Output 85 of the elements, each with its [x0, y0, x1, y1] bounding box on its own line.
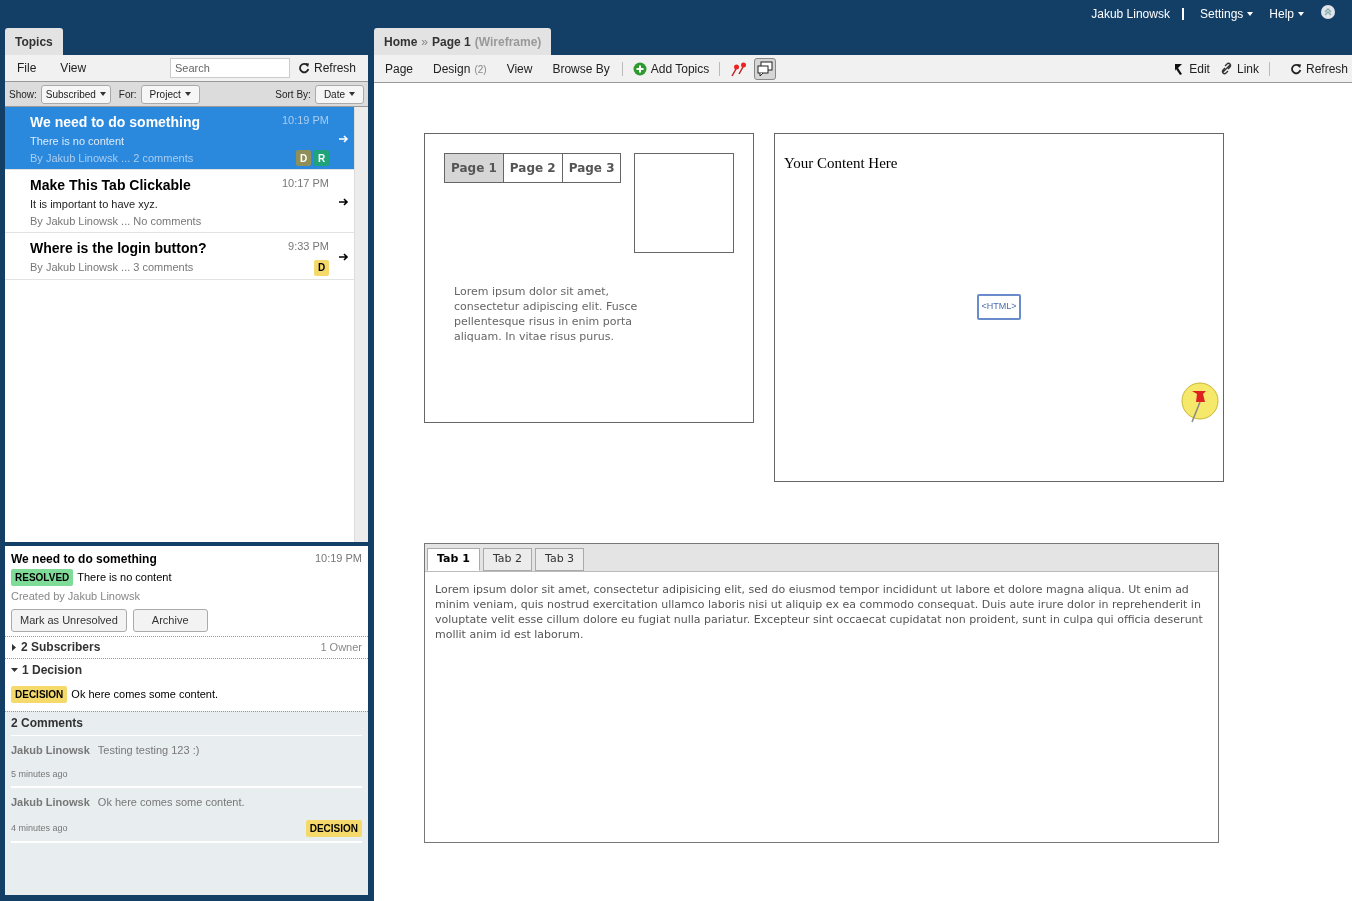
comments-toggle[interactable]: [754, 57, 777, 80]
toolbar-action[interactable]: Edit: [1174, 59, 1210, 78]
initial-badge: R: [314, 150, 329, 166]
comment-author: Jakub Linowsk: [11, 794, 90, 810]
breadcrumb-link[interactable]: Home: [384, 32, 418, 51]
tab-paragraph: Lorem ipsum dolor sit amet, consectetur adipisicing elit, sed do eiusmod tempor incididunt ut labore et dolore magna aliqua. Ut enim ad minim veniam, quis nostrud exercitation ullamco laboris nisi ut aliquip ex ea commodo consequat. Duis aute irure dolor in reprehenderit in voluptate velit esse cillum dolore eu fugiat nulla pariatur. Excepteur sint occaecat cupidatat non proident, sunt in culpa qui officia deserunt mollit anim id est laborum.: [434, 582, 1204, 642]
topic-content: There is no content: [30, 134, 126, 149]
toolbar-action[interactable]: Link: [1219, 59, 1259, 78]
html-icon: <HTML>: [977, 294, 1021, 320]
comment-time: 5 minutes ago: [11, 768, 68, 781]
decision-tag: DECISION: [305, 820, 362, 837]
wireframe-paragraph: Lorem ipsum dolor sit amet, consectetur adipiscing elit. Fusce pellentesque risus in enim porta aliquam. In vitae risus purus.: [454, 284, 639, 344]
topic-meta: By Jakub Linowsk ... 2 comments: [30, 150, 195, 166]
topic-title: We need to do something: [30, 113, 202, 132]
filter-label: Show:: [9, 87, 37, 102]
collapse-icon[interactable]: [1320, 4, 1336, 20]
filter-label: For:: [118, 87, 137, 102]
toolbar-action[interactable]: Refresh: [1289, 59, 1348, 78]
topic-content: It is important to have xyz.: [30, 197, 159, 212]
expand-icon: [11, 666, 18, 673]
pins-icon[interactable]: [730, 60, 749, 77]
menu-button[interactable]: Settings: [1199, 5, 1254, 23]
menu-item[interactable]: Design (2): [433, 59, 487, 78]
refresh-button[interactable]: Refresh: [297, 59, 356, 77]
decision-text: Ok here comes some content.: [71, 686, 219, 702]
topic-meta: By Jakub Linowsk ... 3 comments: [30, 260, 195, 275]
for-dropdown[interactable]: Project: [140, 84, 200, 104]
status-tag: RESOLVED: [11, 569, 74, 586]
menu-item[interactable]: Page: [385, 59, 414, 78]
owner-count: 1 Owner: [320, 639, 362, 655]
menu-item[interactable]: Browse By: [552, 59, 610, 78]
caret-icon: [99, 92, 106, 96]
created-by: Created by Jakub Linowsk: [11, 589, 141, 604]
comment-time: 4 minutes ago: [11, 821, 68, 835]
scrollbar[interactable]: [354, 107, 368, 542]
action-button[interactable]: Archive: [132, 608, 208, 632]
topic-time: 10:19 PM: [281, 113, 329, 128]
topic-time: 10:17 PM: [281, 176, 329, 191]
decisions-row[interactable]: 1 Decision: [5, 658, 89, 681]
breadcrumb-page: Page 1: [432, 33, 471, 51]
menu-item[interactable]: View: [506, 59, 533, 78]
caret-icon: [1298, 12, 1304, 16]
breadcrumb-suffix: (Wireframe): [474, 33, 542, 51]
topic-time: 9:33 PM: [288, 239, 329, 254]
menu-item[interactable]: View: [60, 59, 87, 77]
comments-title: 2 Comments: [11, 715, 84, 732]
action-button[interactable]: Mark as Unresolved: [11, 608, 127, 632]
caret-icon: [184, 92, 191, 96]
detail-content: There is no content: [77, 570, 172, 586]
arrow-icon: [339, 135, 349, 143]
speech-bubbles-icon: [757, 61, 774, 76]
refresh-icon: [297, 62, 310, 74]
user-name[interactable]: Jakub Linowsk: [1091, 8, 1184, 20]
link-icon: [1219, 62, 1233, 75]
comment-author: Jakub Linowsk: [11, 742, 90, 758]
topic-item[interactable]: We need to do something There is no content By Jakub Linowsk ... 2 comments 10:19 PM D R: [5, 107, 354, 170]
menu-button[interactable]: Help: [1269, 5, 1304, 23]
menu-item[interactable]: File: [17, 59, 37, 77]
comment-text: Testing testing 123 :): [97, 742, 200, 758]
show-dropdown[interactable]: Subscribed: [40, 84, 111, 104]
topic-title: Where is the login button?: [30, 239, 208, 258]
caret-icon: [349, 92, 355, 96]
search-field[interactable]: Search: [169, 58, 290, 78]
initial-badge: D: [296, 150, 311, 166]
sort-dropdown[interactable]: Date: [314, 84, 364, 104]
topic-title: Make This Tab Clickable: [30, 176, 192, 195]
caret-icon: [1247, 12, 1254, 16]
expand-icon: [11, 643, 17, 651]
topic-meta: By Jakub Linowsk ... No comments: [30, 213, 203, 229]
add-topics-button[interactable]: Add Topics: [632, 59, 710, 78]
decision-tag: DECISION: [11, 685, 68, 703]
detail-time: 10:19 PM: [314, 551, 362, 566]
refresh-icon: [1289, 62, 1302, 75]
comment-text: Ok here comes some content.: [97, 794, 245, 810]
content-heading: Your Content Here: [784, 154, 898, 173]
filter-label: Sort By:: [275, 87, 311, 102]
initial-badge: D: [314, 259, 329, 276]
topics-tab[interactable]: Topics: [5, 28, 63, 55]
breadcrumb-separator: »: [421, 33, 429, 51]
subscribers-row[interactable]: 2 Subscribers 1 Owner: [5, 635, 368, 658]
page-tab[interactable]: Home » Page 1 (Wireframe): [374, 28, 552, 55]
arrow-icon: [339, 198, 349, 206]
detail-title: We need to do something: [11, 551, 157, 568]
arrow-icon: [339, 252, 349, 261]
plus-icon: [632, 61, 647, 76]
